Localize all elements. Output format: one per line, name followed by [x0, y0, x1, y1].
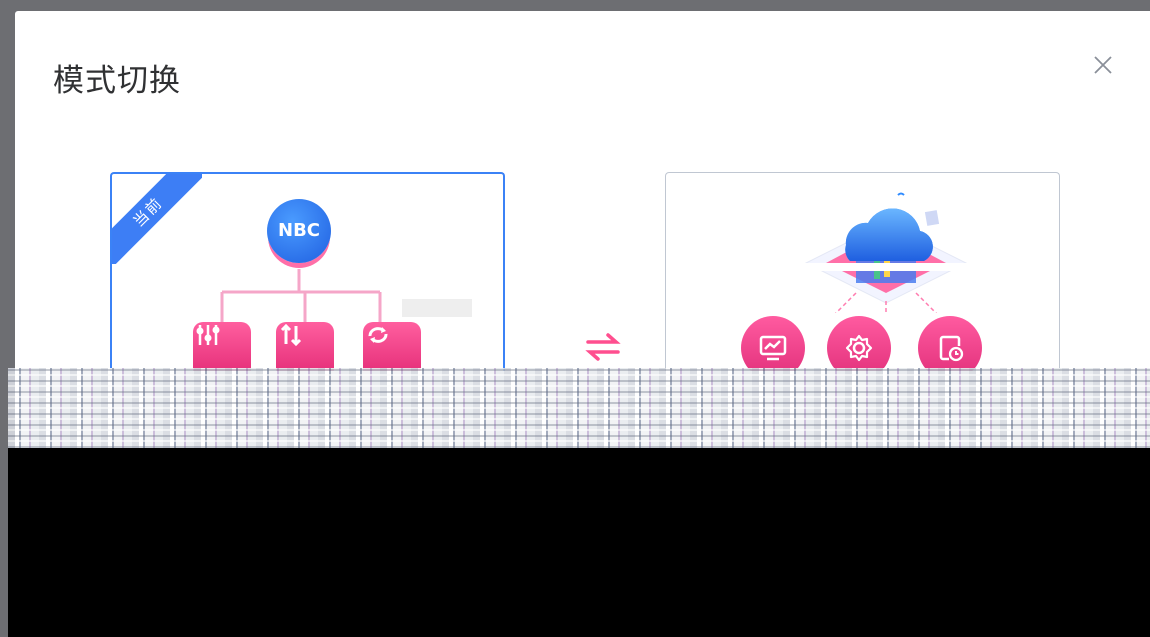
- clock-document-tile: [918, 316, 982, 371]
- clock-document-icon: [939, 335, 964, 362]
- cloud-platform-illustration: [804, 192, 968, 313]
- transfer-tile: [276, 322, 334, 371]
- refresh-icon: [368, 327, 388, 343]
- blank-region: [8, 448, 1150, 637]
- monitor-chart-icon: [759, 335, 787, 361]
- sliders-tile: [193, 322, 251, 371]
- settings-tile: [827, 316, 891, 371]
- nbc-node: NBC: [267, 199, 331, 263]
- refresh-tile: [363, 322, 421, 371]
- sliders-icon: [196, 325, 220, 345]
- rendering-artifact-band: [8, 368, 1150, 448]
- monitor-chart-tile: [741, 316, 805, 371]
- current-mode-card[interactable]: 当前 NBC: [110, 172, 505, 371]
- transfer-icon: [280, 323, 302, 347]
- swap-arrows-icon[interactable]: [585, 331, 621, 363]
- close-icon[interactable]: [1091, 53, 1115, 77]
- dialog-title: 模式切换: [53, 63, 181, 99]
- cloud-mode-card[interactable]: [665, 172, 1060, 371]
- settings-icon: [845, 334, 873, 362]
